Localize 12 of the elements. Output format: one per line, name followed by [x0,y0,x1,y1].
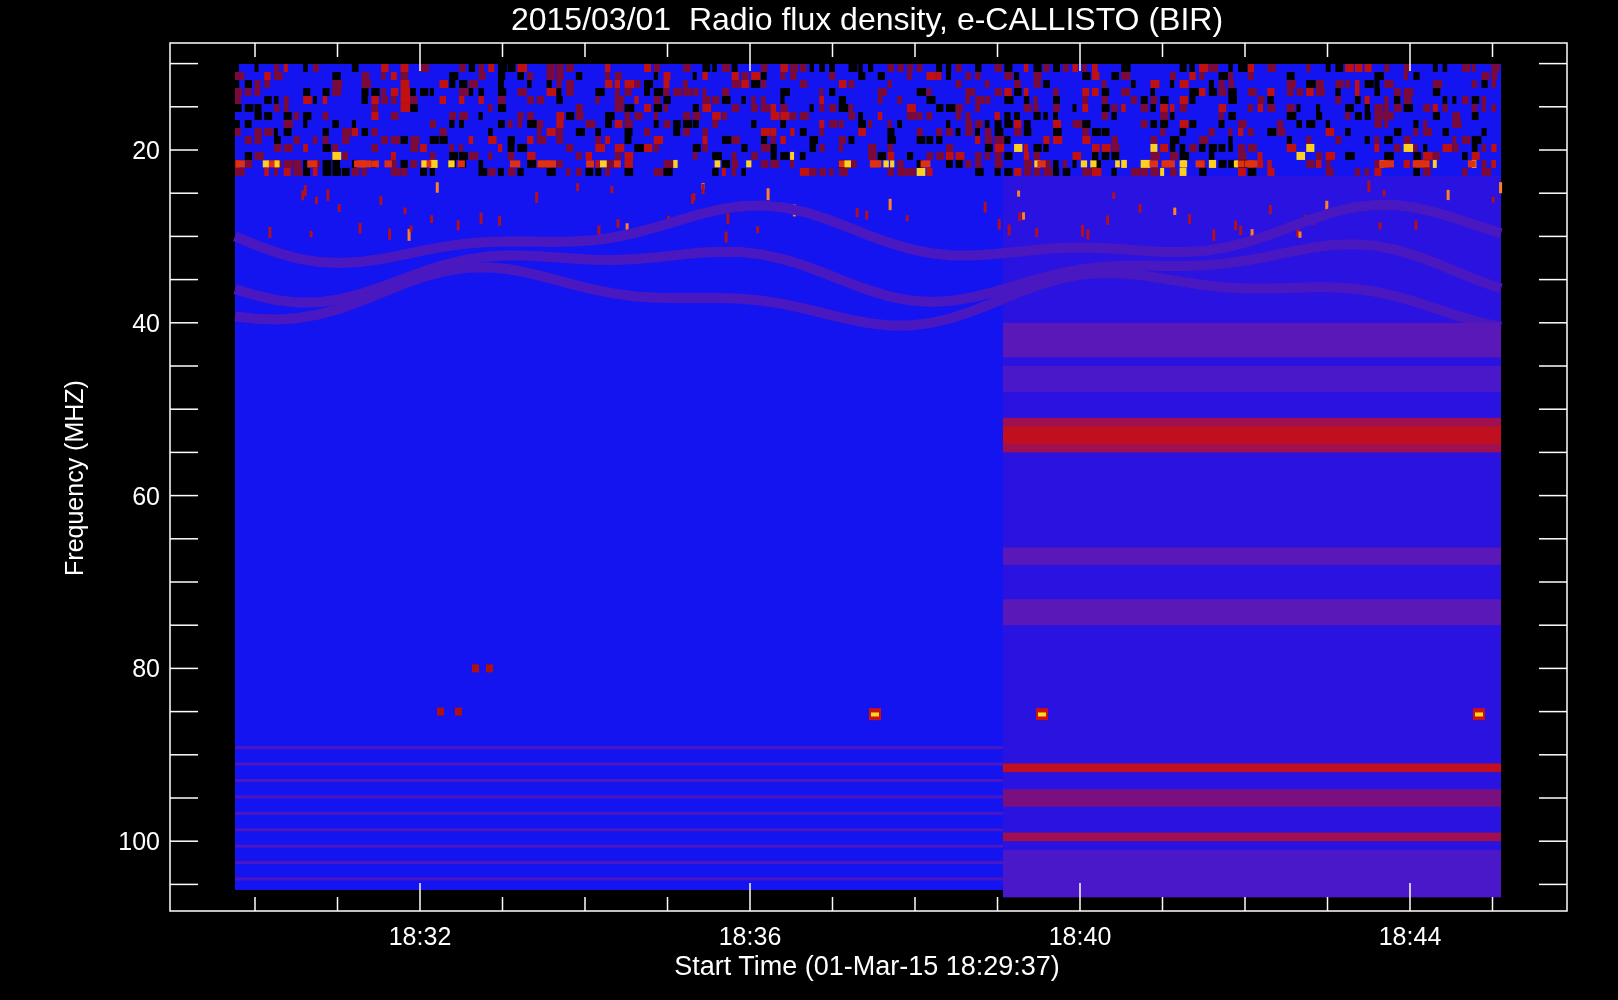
tick-label: 18:40 [1048,922,1112,950]
axis-label: Frequency (MHZ) [60,380,88,576]
tick-label: 100 [118,827,160,856]
tick-label: 18:44 [1378,922,1442,950]
tick-label: 60 [132,481,160,510]
tick-label: 80 [132,654,160,683]
chart-title: 2015/03/01 Radio flux density, e-CALLISTO (BIR) [510,1,1224,37]
axis-label: Start Time (01-Mar-15 18:29:37) [674,951,1060,981]
tick-label: 18:32 [388,922,452,950]
tick-label: 40 [132,308,160,337]
tick-label: 18:36 [718,922,782,950]
tick-label: 20 [132,136,160,164]
